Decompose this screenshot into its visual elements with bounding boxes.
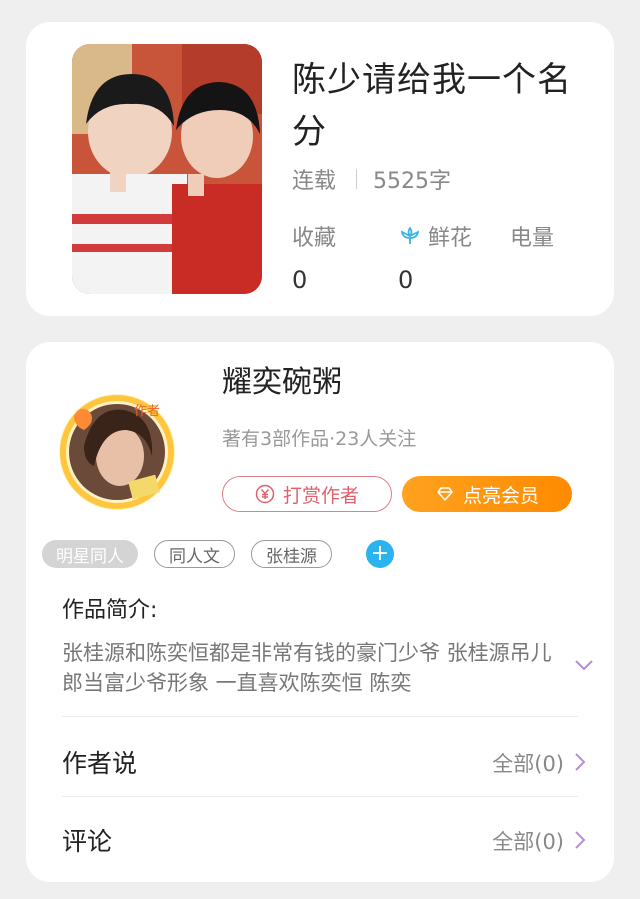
stat-power[interactable]: 电量 [510,222,554,266]
stat-flowers[interactable]: 鲜花 0 [398,222,472,294]
avatar-frame [59,394,175,510]
diamond-icon [437,487,453,501]
author-card: 作者 耀奕碗粥 著有3部作品·23人关注 打赏作者 点亮会员 明星同人 同人文 … [26,342,614,882]
chevron-right-icon [575,831,586,849]
row-label: 评论 [62,827,113,856]
author-avatar[interactable]: 作者 [54,386,180,512]
chevron-right-icon [575,753,586,771]
stat-value: 0 [292,266,308,294]
intro-label: 作品简介: [62,598,158,623]
tip-author-label: 打赏作者 [282,484,359,507]
divider [62,796,578,797]
vip-button[interactable]: 点亮会员 [402,476,572,512]
plus-icon: + [370,541,390,566]
book-status: 连载 [292,169,337,194]
vip-label: 点亮会员 [462,484,539,507]
author-summary: 著有3部作品·23人关注 [222,428,417,450]
row-value: 全部(0) [492,830,564,854]
book-cover-image[interactable] [72,44,262,294]
divider [62,716,578,717]
author-badge: 作者 [134,404,161,419]
add-tag-button[interactable]: + [366,540,394,568]
chevron-down-icon[interactable] [574,658,594,672]
tag-item[interactable]: 张桂源 [251,540,332,568]
tag-item[interactable]: 明星同人 [42,540,138,568]
row-label: 作者说 [62,749,138,778]
book-title: 陈少请给我一个名分 [292,60,572,152]
stat-label: 鲜花 [428,226,473,251]
meta-divider [356,169,358,189]
stat-value: 0 [398,266,414,294]
intro-text: 张桂源和陈奕恒都是非常有钱的豪门少爷 张桂源吊儿郎当富少爷形象 一直喜欢陈奕恒 … [62,641,552,692]
stat-favorites[interactable]: 收藏 0 [292,222,336,294]
book-meta: 连载 5525字 [292,164,451,194]
book-word-count: 5525字 [373,169,452,194]
tip-author-button[interactable]: 打赏作者 [222,476,392,512]
yuan-icon [255,484,275,504]
cover-photo [72,44,262,294]
author-name[interactable]: 耀奕碗粥 [222,362,342,404]
tag-list: 明星同人 同人文 张桂源 + [42,540,394,568]
stat-label: 收藏 [292,226,337,251]
tag-item[interactable]: 同人文 [154,540,235,568]
row-value: 全部(0) [492,752,564,776]
book-info-card: 陈少请给我一个名分 连载 5525字 收藏 0 鲜花 0 电量 [26,22,614,316]
flower-icon [400,226,420,244]
stat-label: 电量 [510,226,555,251]
